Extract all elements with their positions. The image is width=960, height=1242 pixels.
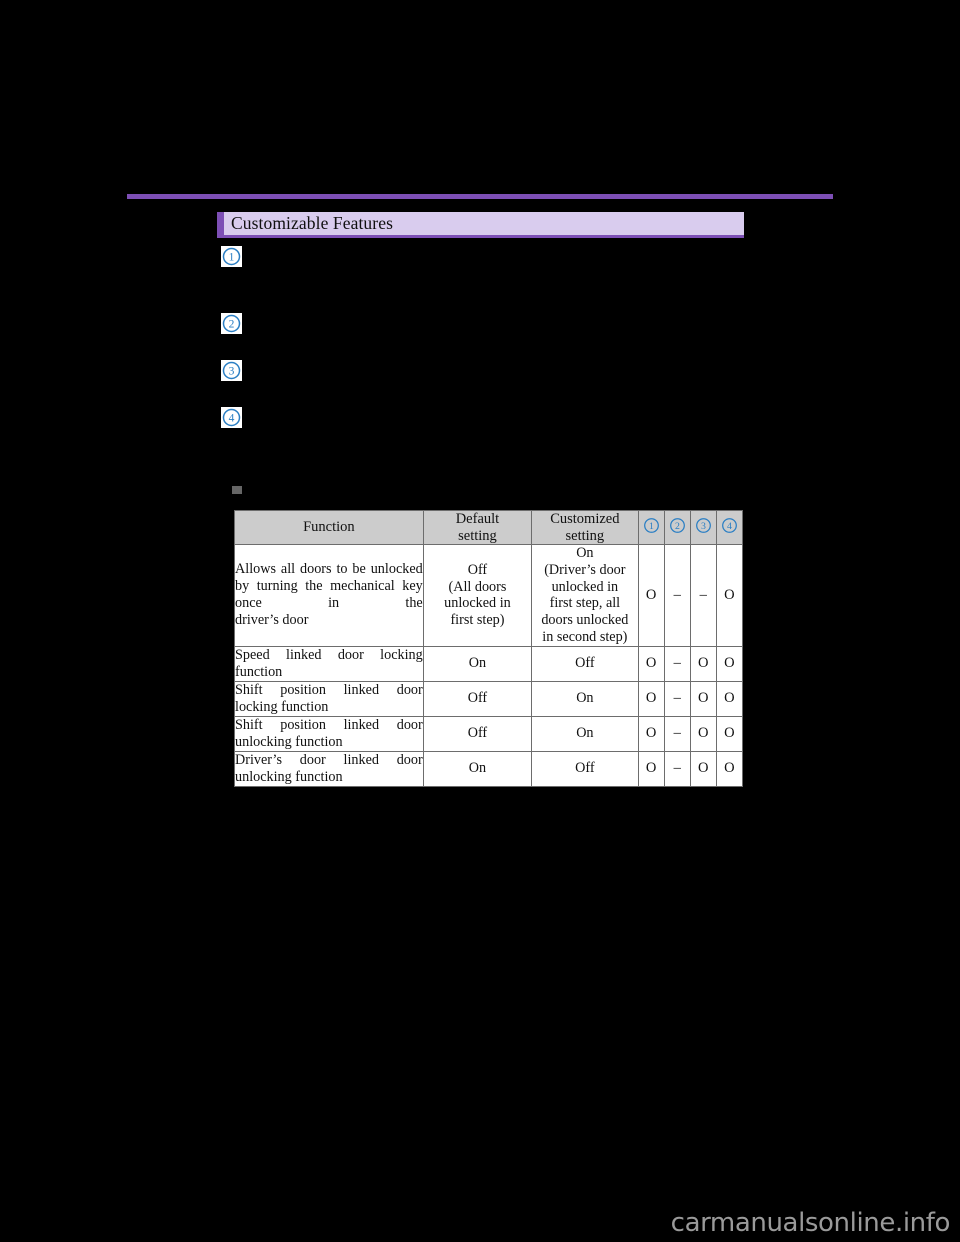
column-header-function: Function: [234, 509, 424, 546]
table-header-row: Function Default setting Customized sett…: [234, 509, 744, 546]
callout-marker-4: 4: [221, 407, 242, 428]
cell-mark-3: O: [689, 750, 717, 787]
cell-mark-4: O: [715, 715, 744, 752]
table-row: Allows all doors to be unlocked by turni…: [234, 544, 744, 647]
callout-marker-3: 3: [221, 360, 242, 381]
function-text-last: locking function: [235, 698, 329, 715]
cell-mark-1: O: [637, 645, 665, 682]
cell-mark-2: –: [663, 645, 691, 682]
cell-default-setting: Off (All doors unlocked in first step): [422, 544, 533, 647]
cell-default-setting: Off: [422, 715, 533, 752]
cell-mark-1: O: [637, 680, 665, 717]
function-text-last: function: [235, 663, 283, 680]
svg-text:3: 3: [229, 366, 235, 378]
cell-mark-3: O: [689, 680, 717, 717]
svg-text:2: 2: [675, 521, 680, 532]
cell-default-setting: Off: [422, 680, 533, 717]
callout-marker-1: 1: [221, 246, 242, 267]
customizable-features-table-wrap: Function Default setting Customized sett…: [234, 509, 744, 787]
cell-customized-setting: On: [531, 715, 639, 752]
table-row: Shift position linked door locking funct…: [234, 680, 744, 717]
svg-text:1: 1: [229, 252, 235, 264]
circled-four-icon: 4: [721, 517, 738, 534]
function-text-last: unlocking function: [235, 733, 343, 750]
top-purple-rule: [127, 194, 833, 199]
function-text-last: unlocking function: [235, 768, 343, 785]
svg-text:1: 1: [649, 521, 654, 532]
cell-mark-4: O: [715, 544, 744, 647]
function-text-main: Shift position linked door: [235, 716, 423, 733]
cell-function: Shift position linked door locking funct…: [234, 680, 424, 717]
site-watermark: carmanualsonline.info: [670, 1208, 951, 1238]
customized-setting-line2: setting: [565, 527, 605, 544]
default-setting-line2: setting: [458, 527, 497, 544]
cell-mark-2: –: [663, 544, 691, 647]
cell-function: Shift position linked door unlocking fun…: [234, 715, 424, 752]
table-row: Shift position linked door unlocking fun…: [234, 715, 744, 752]
column-header-customized-setting: Customized setting: [531, 509, 639, 546]
cell-mark-2: –: [663, 750, 691, 787]
svg-text:2: 2: [229, 319, 235, 331]
column-header-marker-1: 1: [637, 509, 665, 546]
function-text-main: Driver’s door linked door: [235, 751, 423, 768]
cell-function: Allows all doors to be unlocked by turni…: [234, 544, 424, 647]
cell-mark-3: O: [689, 645, 717, 682]
cell-mark-2: –: [663, 715, 691, 752]
cell-customized-setting: Off: [531, 750, 639, 787]
cell-mark-3: O: [689, 715, 717, 752]
cell-mark-1: O: [637, 715, 665, 752]
cell-function: Driver’s door linked door unlocking func…: [234, 750, 424, 787]
function-text-main: Speed linked door locking: [235, 646, 423, 663]
column-header-marker-4: 4: [715, 509, 744, 546]
cell-mark-1: O: [637, 544, 665, 647]
page-title: Customizable Features: [231, 212, 393, 233]
table-header: Function Default setting Customized sett…: [234, 509, 744, 546]
table-row: Driver’s door linked door unlocking func…: [234, 750, 744, 787]
cell-mark-4: O: [715, 750, 744, 787]
cell-customized-setting: On: [531, 680, 639, 717]
default-setting-line1: Default: [455, 511, 500, 527]
circled-two-icon: 2: [669, 517, 686, 534]
function-text-main: Shift position linked door: [235, 681, 423, 698]
customized-setting-line1: Customized: [550, 511, 620, 527]
cell-customized-setting: On (Driver’s door unlocked in first step, a…: [531, 544, 639, 647]
circled-one-icon: 1: [643, 517, 660, 534]
customizable-features-table: Function Default setting Customized sett…: [234, 509, 744, 787]
svg-text:3: 3: [701, 521, 706, 532]
cell-default-setting: On: [422, 750, 533, 787]
table-row: Speed linked door locking function On Off O…: [234, 645, 744, 682]
cell-mark-1: O: [637, 750, 665, 787]
function-text-last: driver’s door: [235, 612, 309, 629]
cell-function: Speed linked door locking function: [234, 645, 424, 682]
cell-default-setting: On: [422, 645, 533, 682]
cell-mark-4: O: [715, 645, 744, 682]
cell-customized-setting: Off: [531, 645, 639, 682]
column-header-marker-2: 2: [663, 509, 691, 546]
callout-marker-2: 2: [221, 313, 242, 334]
svg-text:4: 4: [727, 521, 732, 532]
function-text-main: Allows all doors to be unlocked by turni…: [235, 561, 423, 612]
cell-mark-3: –: [689, 544, 717, 647]
section-accent-bar: [217, 212, 224, 235]
cell-mark-4: O: [715, 680, 744, 717]
table-body: Allows all doors to be unlocked by turni…: [234, 544, 744, 787]
section-heading-bar: Customizable Features: [217, 212, 744, 238]
square-bullet-icon: [232, 486, 242, 494]
cell-mark-2: –: [663, 680, 691, 717]
column-header-default-setting: Default setting: [422, 509, 533, 546]
circled-three-icon: 3: [695, 517, 712, 534]
svg-text:4: 4: [229, 413, 235, 425]
column-header-marker-3: 3: [689, 509, 717, 546]
